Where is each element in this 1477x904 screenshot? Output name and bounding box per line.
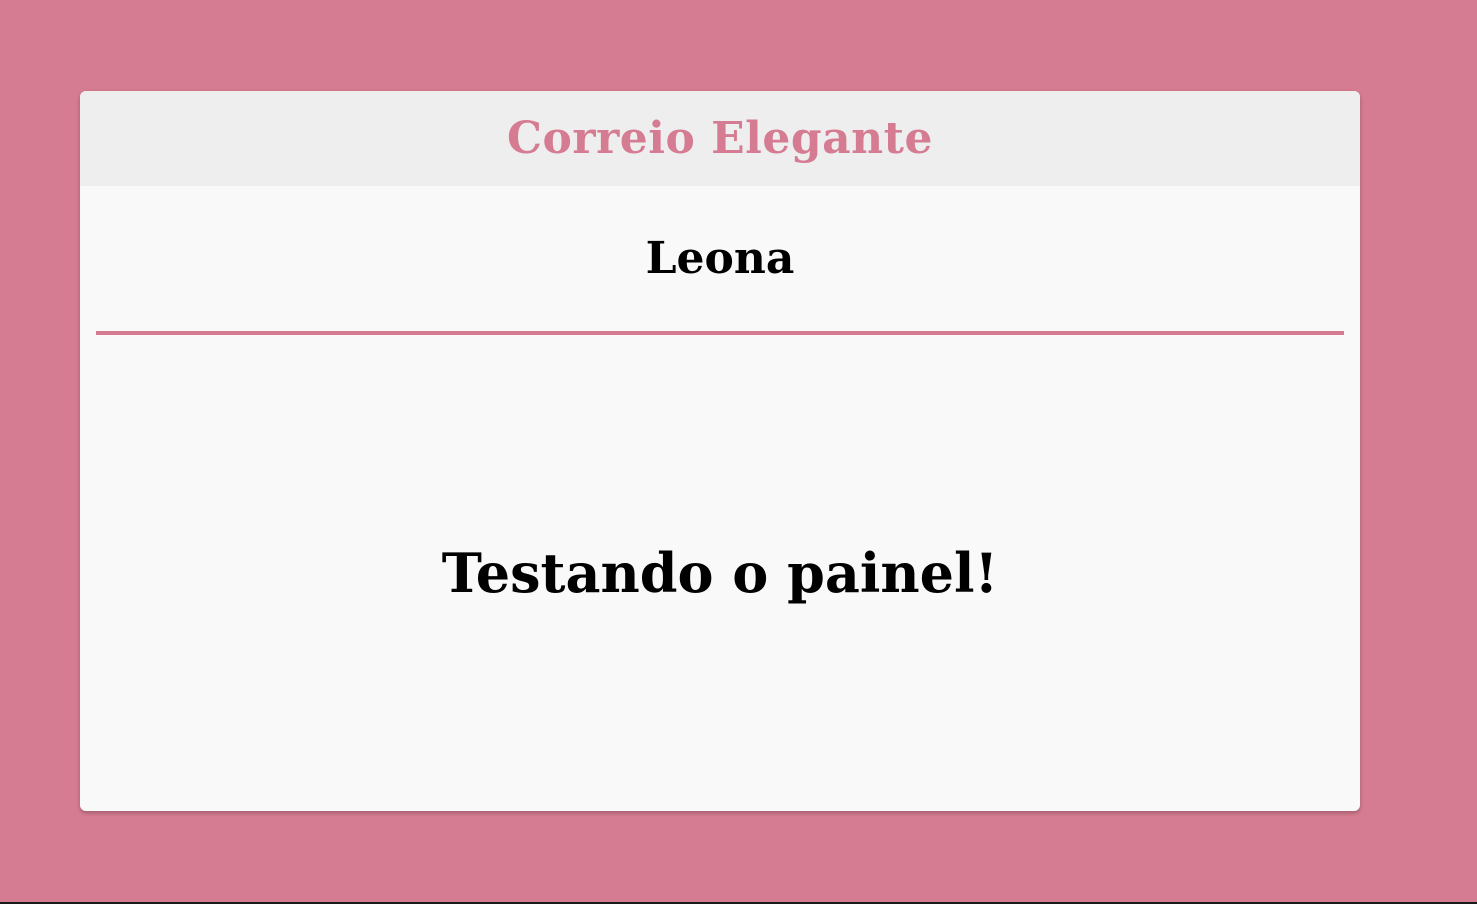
recipient-name: Leona: [645, 233, 795, 284]
message-card: Correio Elegante Leona Testando o painel…: [80, 91, 1360, 811]
message-text: Testando o painel!: [441, 541, 999, 605]
card-header: Correio Elegante: [80, 91, 1360, 186]
page-title: Correio Elegante: [507, 113, 933, 164]
